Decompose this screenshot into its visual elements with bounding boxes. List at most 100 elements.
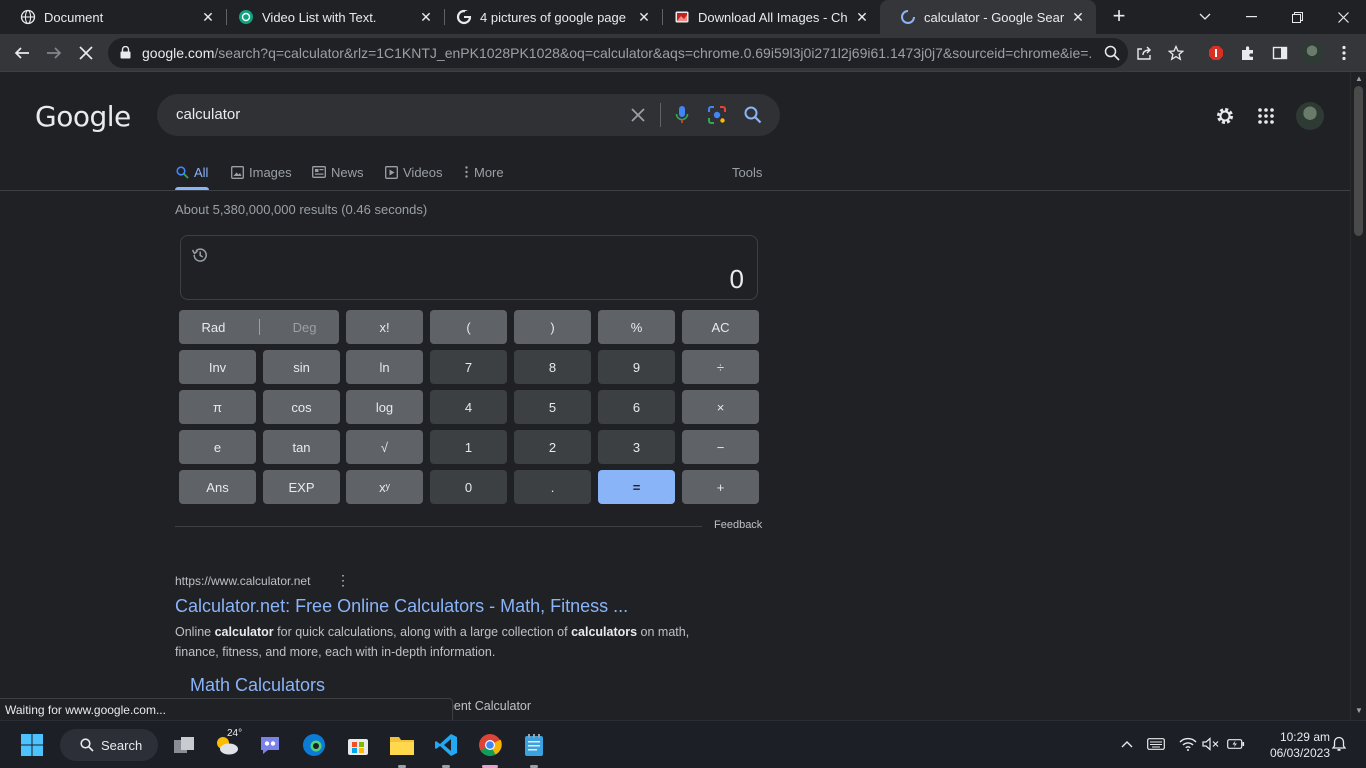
tab-google-pictures[interactable]: 4 pictures of google page sa ✕ xyxy=(436,0,662,34)
rad-deg-toggle[interactable]: Rad Deg xyxy=(179,310,339,344)
result-title-link[interactable]: Calculator.net: Free Online Calculators … xyxy=(175,596,628,617)
settings-gear-icon[interactable] xyxy=(1213,104,1237,128)
calc-tan-button[interactable]: tan xyxy=(263,430,340,464)
calc-log-button[interactable]: log xyxy=(346,390,423,424)
volume-muted-icon[interactable] xyxy=(1202,735,1220,753)
tab-video-list[interactable]: Video List with Text. ✕ xyxy=(218,0,444,34)
windows-start-icon[interactable] xyxy=(18,731,46,759)
calc-equals-button[interactable]: = xyxy=(598,470,675,504)
calc-cos-button[interactable]: cos xyxy=(263,390,340,424)
close-icon[interactable]: ✕ xyxy=(200,9,216,26)
calc-5-button[interactable]: 5 xyxy=(514,390,591,424)
minimize-icon[interactable] xyxy=(1228,0,1274,34)
feedback-link[interactable]: Feedback xyxy=(714,519,762,531)
calc-pi-button[interactable]: π xyxy=(179,390,256,424)
tab-news[interactable]: News xyxy=(312,162,364,182)
tab-all[interactable]: All xyxy=(175,162,208,182)
google-logo[interactable]: Google xyxy=(35,100,131,133)
sitelink-exponent-calculator[interactable]: onent Calculator xyxy=(440,699,531,713)
calc-1-button[interactable]: 1 xyxy=(430,430,507,464)
close-icon[interactable]: ✕ xyxy=(1070,9,1086,26)
tools-button[interactable]: Tools xyxy=(732,162,762,182)
battery-charging-icon[interactable] xyxy=(1227,735,1245,753)
close-icon[interactable]: ✕ xyxy=(418,9,434,26)
tab-search-chevron-icon[interactable] xyxy=(1182,0,1228,34)
tab-calculator-search[interactable]: calculator - Google Search ✕ xyxy=(880,0,1096,34)
vscode-icon[interactable] xyxy=(432,731,460,759)
calc-exp-button[interactable]: EXP xyxy=(263,470,340,504)
system-clock[interactable]: 10:29 am 06/03/2023 xyxy=(1250,729,1330,761)
calc-power-button[interactable]: xʸ xyxy=(346,470,423,504)
calc-decimal-button[interactable]: . xyxy=(514,470,591,504)
calc-open-paren-button[interactable]: ( xyxy=(430,310,507,344)
search-box[interactable]: calculator xyxy=(157,94,780,136)
calc-8-button[interactable]: 8 xyxy=(514,350,591,384)
page-scrollbar[interactable]: ▲ ▼ xyxy=(1350,72,1366,720)
wifi-icon[interactable] xyxy=(1179,735,1197,753)
result-options-icon[interactable]: ⋮ xyxy=(336,572,350,589)
file-explorer-icon[interactable] xyxy=(388,731,416,759)
calc-sqrt-button[interactable]: √ xyxy=(346,430,423,464)
zoom-icon[interactable] xyxy=(1100,41,1124,65)
teams-chat-icon[interactable] xyxy=(256,731,284,759)
calc-9-button[interactable]: 9 xyxy=(598,350,675,384)
lock-icon[interactable] xyxy=(120,45,131,64)
edge-browser-icon[interactable] xyxy=(300,731,328,759)
chevron-up-icon[interactable] xyxy=(1118,735,1136,753)
calc-6-button[interactable]: 6 xyxy=(598,390,675,424)
extensions-puzzle-icon[interactable] xyxy=(1236,41,1260,65)
kebab-menu-icon[interactable] xyxy=(1332,41,1356,65)
notepad-icon[interactable] xyxy=(520,731,548,759)
share-icon[interactable] xyxy=(1132,41,1156,65)
close-icon[interactable]: ✕ xyxy=(636,9,652,26)
calc-clear-button[interactable]: AC xyxy=(682,310,759,344)
tab-videos[interactable]: Videos xyxy=(384,162,443,182)
tab-images[interactable]: Images xyxy=(230,162,292,182)
bookmark-star-icon[interactable] xyxy=(1164,41,1188,65)
clear-search-icon[interactable] xyxy=(626,103,650,127)
side-panel-icon[interactable] xyxy=(1268,41,1292,65)
taskbar-search-button[interactable]: Search xyxy=(60,729,158,761)
keyboard-icon[interactable] xyxy=(1147,735,1165,753)
adblock-icon[interactable] xyxy=(1204,41,1228,65)
calc-multiply-button[interactable]: × xyxy=(682,390,759,424)
result-url[interactable]: https://www.calculator.net xyxy=(175,574,310,588)
address-bar[interactable]: google.com/search?q=calculator&rlz=1C1KN… xyxy=(108,38,1128,68)
scroll-thumb[interactable] xyxy=(1354,86,1363,236)
calc-add-button[interactable]: + xyxy=(682,470,759,504)
back-arrow-icon[interactable] xyxy=(10,41,34,65)
calc-divide-button[interactable]: ÷ xyxy=(682,350,759,384)
search-icon[interactable] xyxy=(741,103,765,127)
account-avatar[interactable] xyxy=(1296,102,1324,130)
calc-7-button[interactable]: 7 xyxy=(430,350,507,384)
calc-factorial-button[interactable]: x! xyxy=(346,310,423,344)
notification-icon[interactable] xyxy=(1330,735,1348,753)
window-close-icon[interactable] xyxy=(1320,0,1366,34)
tab-document[interactable]: Document ✕ xyxy=(0,0,226,34)
calc-0-button[interactable]: 0 xyxy=(430,470,507,504)
new-tab-plus-icon[interactable]: + xyxy=(1109,5,1129,27)
scroll-down-arrow-icon[interactable]: ▼ xyxy=(1355,706,1363,715)
profile-avatar[interactable] xyxy=(1300,41,1324,65)
calc-e-button[interactable]: e xyxy=(179,430,256,464)
restore-icon[interactable] xyxy=(1274,0,1320,34)
camera-lens-icon[interactable] xyxy=(705,103,729,127)
calc-inv-button[interactable]: Inv xyxy=(179,350,256,384)
calc-close-paren-button[interactable]: ) xyxy=(514,310,591,344)
calc-sin-button[interactable]: sin xyxy=(263,350,340,384)
calc-percent-button[interactable]: % xyxy=(598,310,675,344)
microphone-icon[interactable] xyxy=(670,103,694,127)
calc-2-button[interactable]: 2 xyxy=(514,430,591,464)
calc-4-button[interactable]: 4 xyxy=(430,390,507,424)
history-icon[interactable] xyxy=(191,246,209,264)
task-view-icon[interactable] xyxy=(170,731,198,759)
close-icon[interactable]: ✕ xyxy=(854,9,870,26)
forward-arrow-icon[interactable] xyxy=(42,41,66,65)
chrome-icon[interactable] xyxy=(476,731,504,759)
calc-ans-button[interactable]: Ans xyxy=(179,470,256,504)
calc-ln-button[interactable]: ln xyxy=(346,350,423,384)
scroll-up-arrow-icon[interactable]: ▲ xyxy=(1355,74,1363,83)
calc-subtract-button[interactable]: − xyxy=(682,430,759,464)
tab-more[interactable]: More xyxy=(463,162,504,182)
calc-3-button[interactable]: 3 xyxy=(598,430,675,464)
